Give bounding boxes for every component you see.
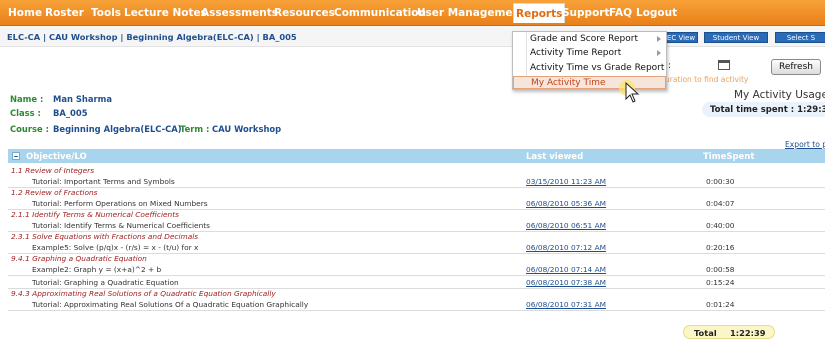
menu-item-activity-time-vs-grade[interactable]: Activity Time vs Grade Report: [513, 62, 666, 75]
section-title: 9.4.3 Approximating Real Solutions of a …: [11, 288, 276, 298]
reports-dropdown: Grade and Score Report Activity Time Rep…: [512, 31, 667, 90]
total-time-badge: Total time spent : 1:29:33: [702, 102, 825, 117]
section-row: 9.4.3 Approximating Real Solutions of a …: [8, 289, 825, 298]
usage-title: My Activity Usage: [734, 89, 825, 101]
nav-support[interactable]: Support: [562, 7, 609, 19]
name-value: Man Sharma: [53, 94, 113, 104]
nav-resources[interactable]: Resources: [274, 7, 335, 19]
menu-item-label: Activity Time vs Grade Report: [530, 63, 665, 73]
section-title: 9.4.1 Graphing a Quadratic Equation: [11, 253, 147, 263]
nav-faq[interactable]: FAQ: [609, 7, 632, 19]
table-row: Tutorial: Perform Operations on Mixed Nu…: [8, 197, 825, 210]
item-name: Tutorial: Graphing a Quadratic Equation: [32, 277, 179, 287]
time-spent: 0:20:16: [706, 243, 735, 253]
last-viewed-link[interactable]: 06/08/2010 07:31 AM: [526, 300, 606, 309]
section-row: 9.4.1 Graphing a Quadratic Equation: [8, 254, 825, 263]
col-time-spent: TimeSpent: [703, 152, 755, 162]
course-label: Course :: [10, 124, 49, 134]
col-last-viewed: Last viewed: [526, 152, 584, 162]
section-row: 1.2 Review of Fractions: [8, 188, 825, 197]
col-objective: Objective/LO: [26, 152, 87, 162]
section-title: 1.1 Review of Integers: [11, 166, 95, 175]
top-nav: Home Roster Tools Lecture Notes Assessme…: [0, 0, 825, 26]
last-viewed-link[interactable]: 06/08/2010 07:14 AM: [526, 265, 606, 274]
nav-home[interactable]: Home: [8, 7, 42, 19]
select-button[interactable]: Select S: [775, 32, 825, 43]
nav-communication[interactable]: Communication: [334, 7, 426, 19]
last-viewed-link[interactable]: 06/08/2010 07:12 AM: [526, 243, 606, 252]
total-label: Total: [694, 328, 717, 338]
student-view-button[interactable]: Student View: [704, 32, 768, 43]
total-value: 1:22:39: [730, 328, 766, 338]
refresh-button[interactable]: Refresh: [771, 59, 821, 75]
last-viewed-link[interactable]: 03/15/2010 11:23 AM: [526, 177, 606, 186]
item-name: Tutorial: Important Terms and Symbols: [32, 177, 175, 187]
section-title: 1.2 Review of Fractions: [11, 187, 98, 197]
nav-tools[interactable]: Tools: [91, 7, 121, 19]
item-name: Example5: Solve (p/q)x - (r/s) = x - (t/…: [32, 243, 199, 253]
course-value: Beginning Algebra(ELC-CA): [53, 124, 182, 134]
ec-view-button[interactable]: EC View: [664, 32, 698, 43]
time-spent: 0:00:30: [706, 177, 735, 187]
breadcrumb: ELC-CA | CAU Workshop | Beginning Algebr…: [7, 32, 297, 42]
time-spent: 0:15:24: [706, 277, 735, 287]
total-badge: Total 1:22:39: [683, 325, 775, 339]
item-name: Example2: Graph y = (x+a)^2 + b: [32, 265, 162, 275]
class-label: Class :: [10, 108, 41, 118]
calendar-icon[interactable]: [718, 60, 730, 70]
collapse-icon[interactable]: [12, 152, 20, 160]
table-body: 1.1 Review of Integers Tutorial: Importa…: [8, 166, 825, 311]
nav-lecture-notes[interactable]: Lecture Notes: [124, 7, 207, 19]
last-viewed-link[interactable]: 06/08/2010 06:51 AM: [526, 221, 606, 230]
nav-assessments[interactable]: Assessments: [201, 7, 278, 19]
last-viewed-link[interactable]: 06/08/2010 07:38 AM: [526, 278, 606, 287]
section-row: 1.1 Review of Integers: [8, 166, 825, 175]
item-name: Tutorial: Identify Terms & Numerical Coe…: [32, 221, 210, 231]
menu-item-label: Grade and Score Report: [530, 34, 638, 44]
table-row: Tutorial: Important Terms and Symbols 03…: [8, 175, 825, 188]
menu-item-label: My Activity Time: [531, 78, 606, 88]
time-spent: 0:40:00: [706, 221, 735, 231]
menu-item-my-activity-time[interactable]: My Activity Time: [513, 76, 666, 89]
section-title: 2.1.1 Identify Terms & Numerical Coeffic…: [11, 209, 179, 219]
last-viewed-link[interactable]: 06/08/2010 05:36 AM: [526, 199, 606, 208]
submenu-arrow-icon: [657, 36, 661, 42]
mouse-pointer-icon: [619, 80, 640, 103]
nav-roster[interactable]: Roster: [45, 7, 84, 19]
table-row: Tutorial: Graphing a Quadratic Equation …: [8, 276, 825, 289]
class-value: BA_005: [53, 108, 88, 118]
table-row: Example5: Solve (p/q)x - (r/s) = x - (t/…: [8, 241, 825, 254]
nav-logout[interactable]: Logout: [636, 7, 677, 19]
export-link[interactable]: Export to p: [785, 140, 825, 149]
date-hint: uration to find activity: [665, 75, 749, 84]
total-time-text: Total time spent : 1:29:33: [710, 105, 825, 115]
table-row: Tutorial: Approximating Real Solutions O…: [8, 298, 825, 311]
time-spent: 0:01:24: [706, 299, 735, 309]
time-spent: 0:00:58: [706, 265, 735, 275]
item-name: Tutorial: Approximating Real Solutions O…: [32, 299, 309, 309]
menu-item-grade-score-report[interactable]: Grade and Score Report: [513, 33, 666, 46]
term-value: CAU Workshop: [212, 124, 282, 134]
section-title: 2.3.1 Solve Equations with Fractions and…: [11, 231, 199, 241]
date-colon: :: [668, 61, 672, 71]
nav-user-management[interactable]: User Management: [417, 7, 525, 19]
breadcrumb-bar: ELC-CA | CAU Workshop | Beginning Algebr…: [0, 26, 825, 47]
menu-item-activity-time-report[interactable]: Activity Time Report: [513, 47, 666, 60]
item-name: Tutorial: Perform Operations on Mixed Nu…: [32, 199, 208, 209]
section-row: 2.1.1 Identify Terms & Numerical Coeffic…: [8, 210, 825, 219]
submenu-arrow-icon: [657, 50, 661, 56]
table-header: Objective/LO Last viewed TimeSpent: [8, 149, 825, 163]
name-label: Name :: [10, 94, 44, 104]
term-label: Term :: [180, 124, 210, 134]
section-row: 2.3.1 Solve Equations with Fractions and…: [8, 232, 825, 241]
time-spent: 0:04:07: [706, 199, 735, 209]
nav-reports[interactable]: Reports: [513, 3, 566, 23]
table-row: Tutorial: Identify Terms & Numerical Coe…: [8, 219, 825, 232]
menu-item-label: Activity Time Report: [530, 48, 622, 58]
table-row: Example2: Graph y = (x+a)^2 + b 06/08/20…: [8, 263, 825, 276]
